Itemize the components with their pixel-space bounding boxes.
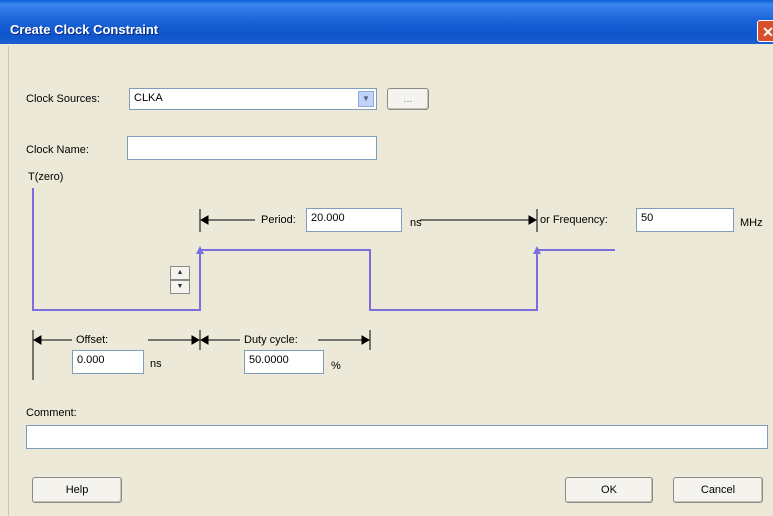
chevron-down-icon: ▼ [176, 283, 184, 290]
comment-label: Comment: [26, 407, 77, 419]
help-button[interactable]: Help [32, 477, 122, 503]
offset-label: Offset: [76, 334, 109, 346]
waveform-shift-down-button[interactable]: ▼ [170, 280, 190, 294]
ok-button-label: OK [601, 484, 617, 496]
comment-input[interactable] [26, 425, 768, 449]
chevron-up-icon: ▲ [176, 269, 184, 276]
offset-input[interactable]: 0.000 [72, 350, 144, 374]
waveform-trace [32, 188, 615, 311]
ok-button[interactable]: OK [565, 477, 653, 503]
duty-cycle-input[interactable]: 50.0000 [244, 350, 324, 374]
duty-cycle-unit: % [331, 360, 341, 372]
frequency-label: or Frequency: [540, 214, 608, 226]
cancel-button[interactable]: Cancel [673, 477, 763, 503]
period-label: Period: [261, 214, 296, 226]
cancel-button-label: Cancel [700, 484, 736, 496]
offset-unit: ns [150, 358, 162, 370]
help-button-label: Help [65, 484, 89, 496]
period-input[interactable]: 20.000 [306, 208, 402, 232]
waveform-shift-up-button[interactable]: ▲ [170, 266, 190, 280]
frequency-input[interactable]: 50 [636, 208, 734, 232]
period-unit: ns [410, 217, 422, 229]
frequency-unit: MHz [740, 217, 763, 229]
duty-cycle-label: Duty cycle: [244, 334, 298, 346]
